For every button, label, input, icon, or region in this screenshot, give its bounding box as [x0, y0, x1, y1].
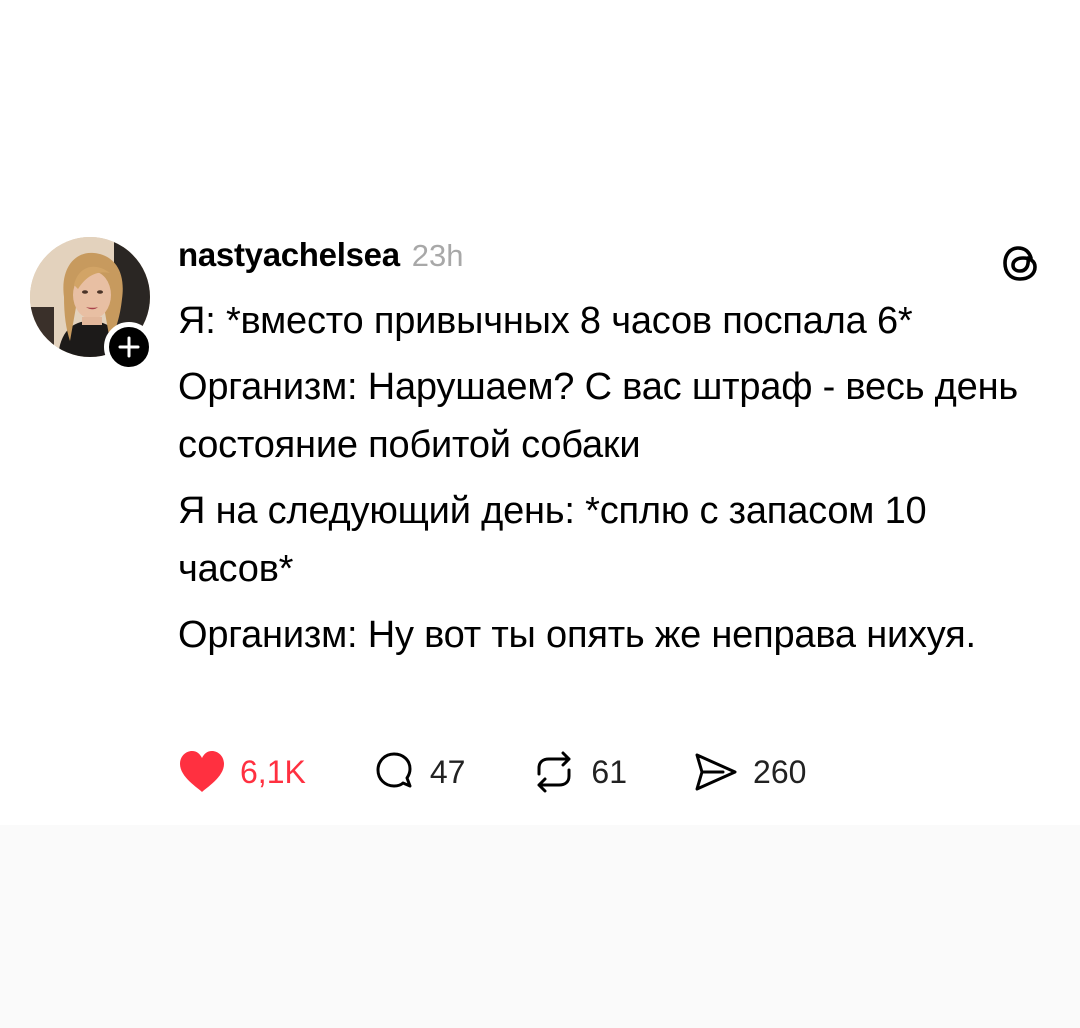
post-line: Я: *вместо привычных 8 часов поспала 6* [178, 300, 913, 342]
share-button[interactable]: 260 [693, 750, 806, 794]
post-line: Организм: Нарушаем? С вас штраф - весь д… [178, 366, 1018, 466]
post-line: Я на следующий день: *сплю с запасом 10 … [178, 490, 927, 590]
username[interactable]: nastyachelsea [178, 236, 400, 274]
post-header: nastyachelsea 23h [178, 236, 464, 284]
like-count: 6,1K [240, 753, 306, 790]
post-line: Организм: Ну вот ты опять же неправа них… [178, 614, 976, 656]
send-icon [695, 753, 737, 791]
plus-icon [118, 336, 140, 358]
threads-post: nastyachelsea 23h Я: *вместо привычных 8… [0, 0, 1080, 825]
heart-icon [180, 751, 224, 792]
follow-button[interactable] [104, 322, 154, 372]
like-button[interactable]: 6,1K [178, 750, 306, 794]
share-count: 260 [753, 753, 807, 790]
repost-icon [537, 751, 571, 793]
comment-bubble-icon [376, 752, 412, 788]
repost-button[interactable]: 61 [531, 750, 627, 794]
action-bar: 6,1K 47 61 260 [178, 744, 806, 800]
reply-button[interactable]: 47 [372, 750, 466, 794]
post-time: 23h [411, 238, 464, 273]
repost-count: 61 [591, 753, 628, 790]
reply-count: 47 [429, 753, 466, 790]
threads-logo-icon[interactable] [998, 240, 1044, 286]
post-body: Я: *вместо привычных 8 часов поспала 6* … [178, 292, 1038, 672]
